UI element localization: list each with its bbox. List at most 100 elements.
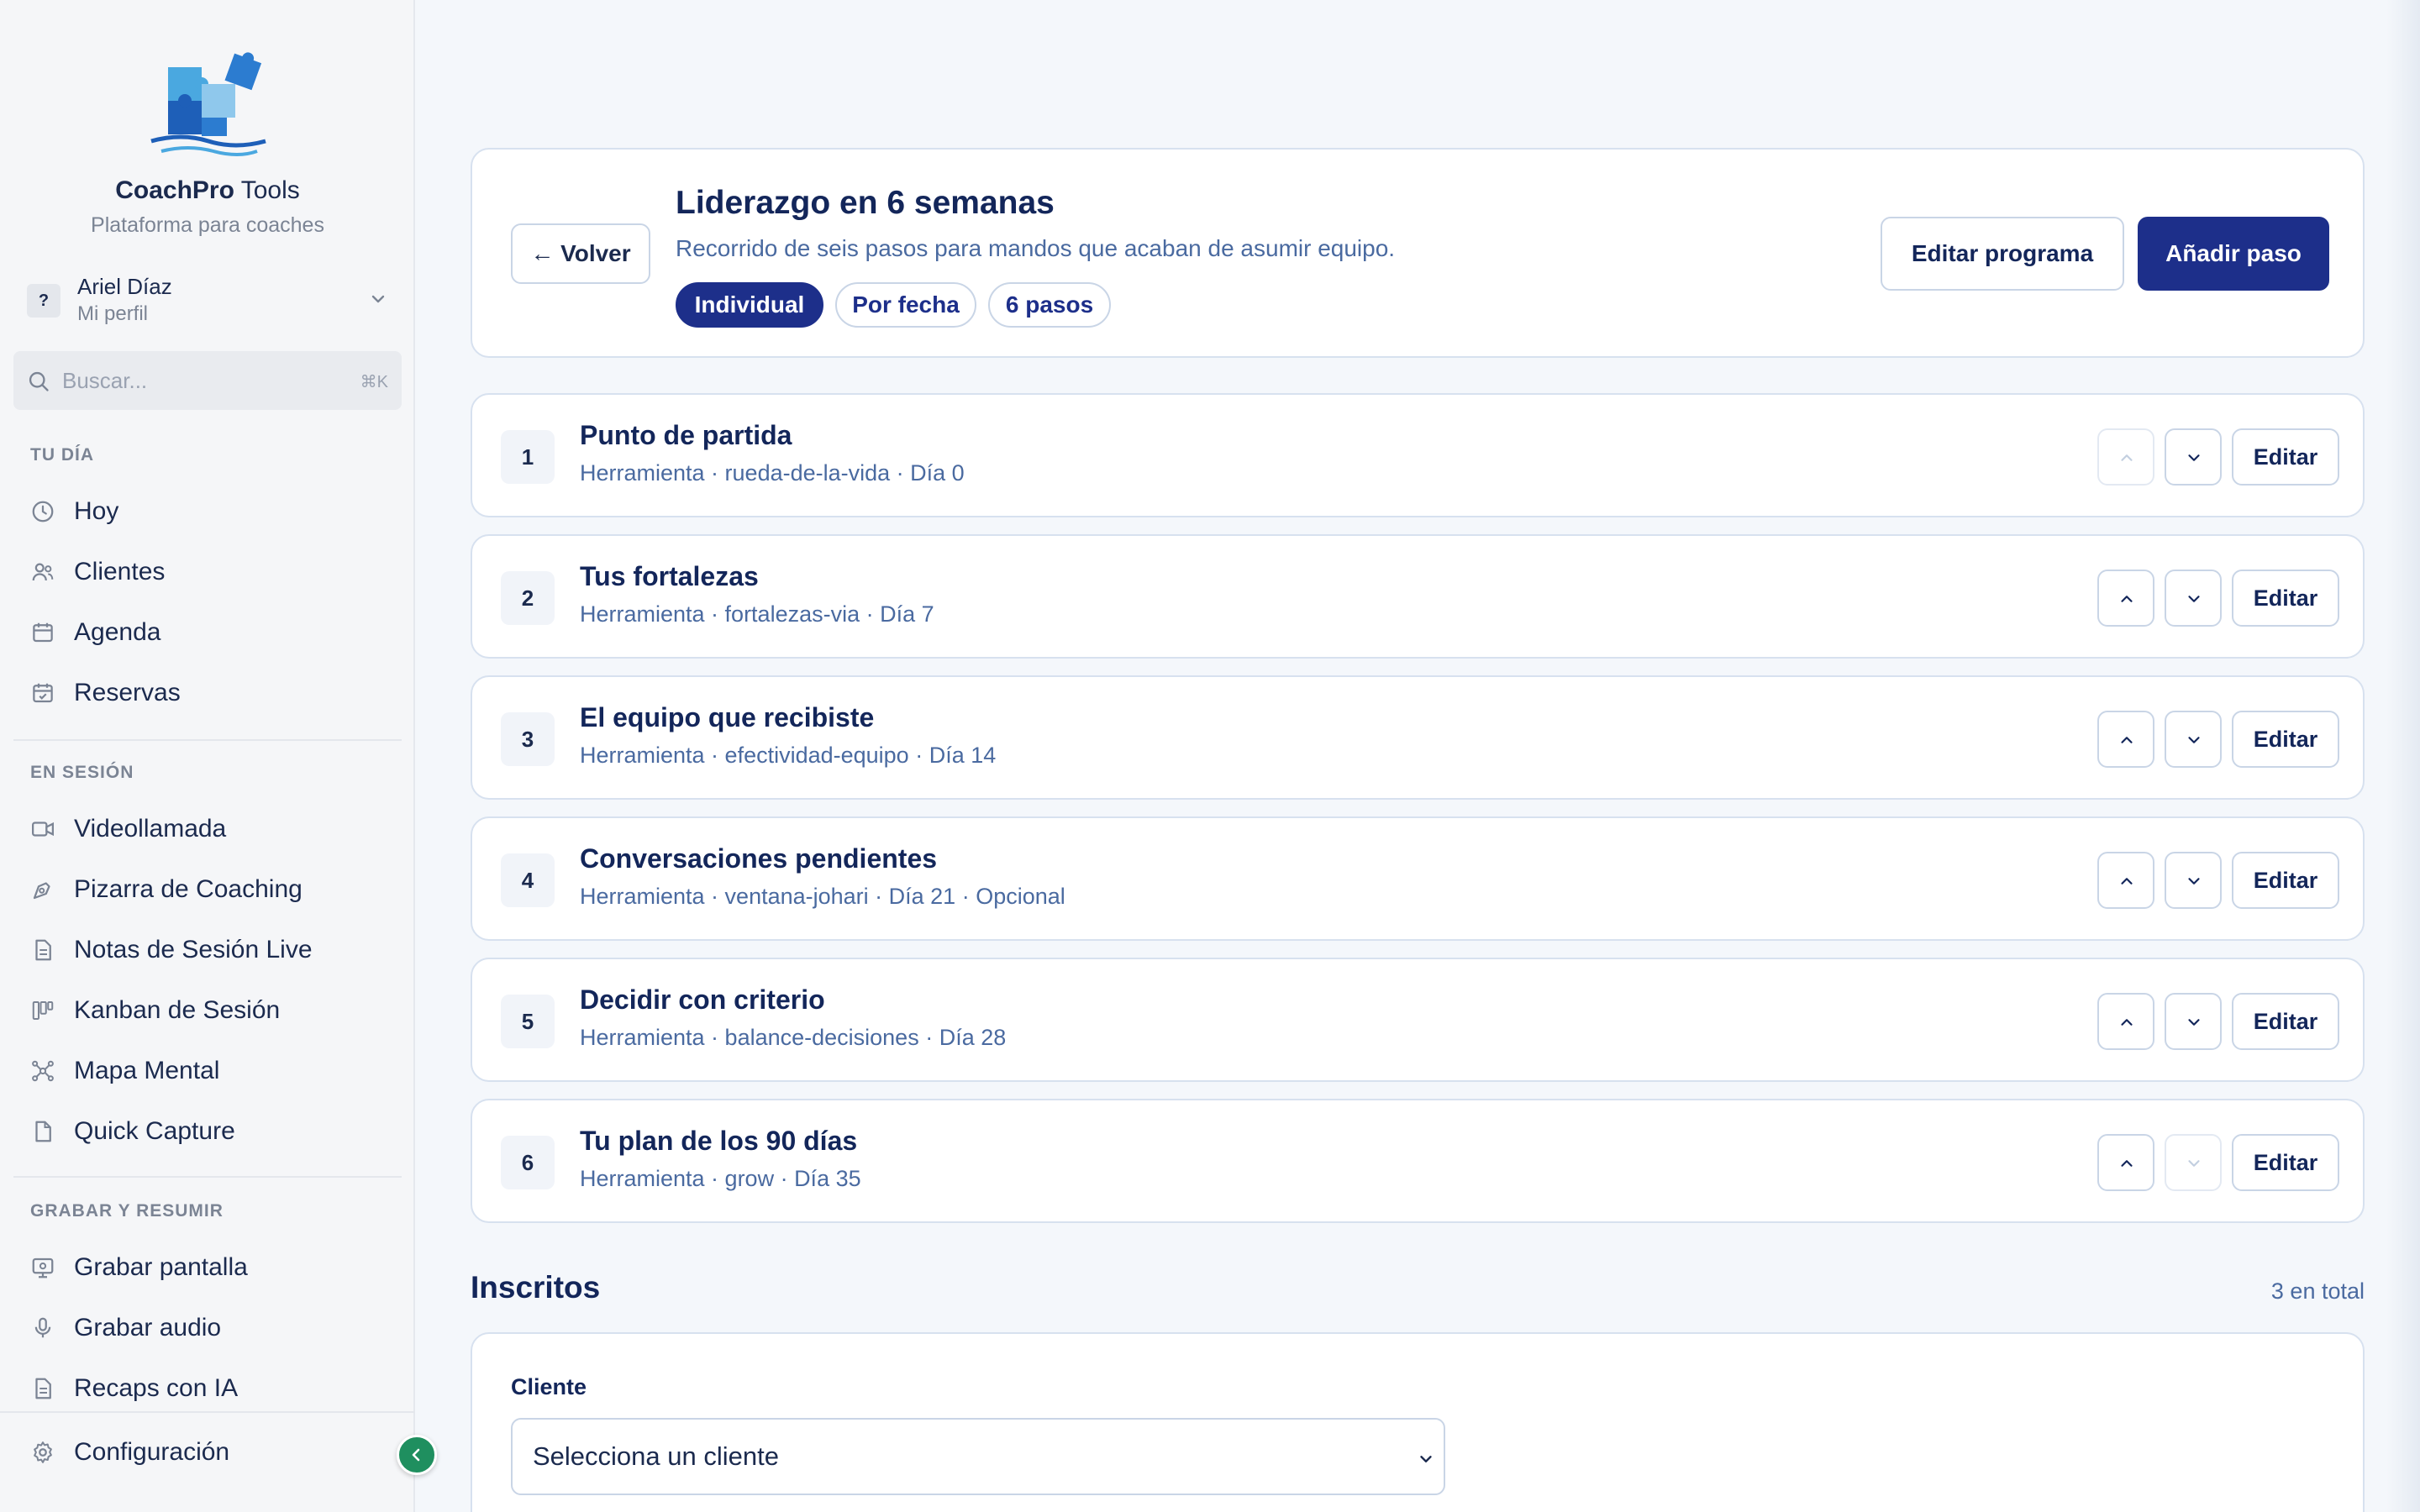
sidebar-item-agenda[interactable]: Agenda xyxy=(22,606,400,657)
edit-step-button[interactable]: Editar xyxy=(2232,852,2339,909)
sidebar-item-reservas[interactable]: Reservas xyxy=(22,667,400,717)
step-title: Tu plan de los 90 días xyxy=(580,1126,858,1156)
move-down-button[interactable] xyxy=(2165,1134,2222,1191)
step-meta: Herramienta · efectividad-equipo · Día 1… xyxy=(580,743,997,768)
chevron-down-icon xyxy=(2188,454,2200,461)
chip-pasos: 6 pasos xyxy=(988,282,1111,328)
step-number: 4 xyxy=(501,853,555,907)
sidebar-item-grabar-pantalla[interactable]: Grabar pantalla xyxy=(22,1242,400,1292)
sidebar-item-label: Pizarra de Coaching xyxy=(74,875,302,903)
sidebar-item-videollamada[interactable]: Videollamada xyxy=(22,803,400,853)
edit-step-button[interactable]: Editar xyxy=(2232,1134,2339,1191)
move-up-button[interactable] xyxy=(2097,428,2154,486)
move-down-button[interactable] xyxy=(2165,711,2222,768)
sidebar-divider xyxy=(13,1176,402,1178)
sidebar-item-label: Agenda xyxy=(74,618,161,646)
page-title: Liderazgo en 6 semanas xyxy=(676,185,1055,221)
move-down-button[interactable] xyxy=(2165,852,2222,909)
chip-individual: Individual xyxy=(676,282,823,328)
client-select[interactable]: Selecciona un cliente xyxy=(511,1418,1445,1495)
add-step-button[interactable]: Añadir paso xyxy=(2138,217,2329,291)
enroll-card: Cliente Selecciona un cliente xyxy=(471,1332,2365,1512)
sidebar-item-pizarra[interactable]: Pizarra de Coaching xyxy=(22,864,400,914)
search-input[interactable]: Buscar... ⌘K xyxy=(13,351,402,410)
profile-menu[interactable]: ? Ariel Díaz Mi perfil xyxy=(25,269,395,333)
calendar-check-icon xyxy=(33,683,53,703)
move-up-button[interactable] xyxy=(2097,570,2154,627)
edit-step-button[interactable]: Editar xyxy=(2232,570,2339,627)
calendar-icon xyxy=(33,622,53,643)
move-down-button[interactable] xyxy=(2165,428,2222,486)
sidebar-item-label: Notas de Sesión Live xyxy=(74,936,313,963)
program-description: Recorrido de seis pasos para mandos que … xyxy=(676,235,1396,261)
sidebar-item-quick-capture[interactable]: Quick Capture xyxy=(22,1105,400,1156)
sidebar-item-label: Kanban de Sesión xyxy=(74,996,281,1024)
brand-name: CoachPro Tools xyxy=(115,176,300,204)
step-number: 2 xyxy=(501,571,555,625)
edit-program-button[interactable]: Editar programa xyxy=(1881,217,2124,291)
document-icon xyxy=(35,1378,51,1399)
chevron-down-icon xyxy=(2188,596,2200,602)
edit-step-button[interactable]: Editar xyxy=(2232,711,2339,768)
sidebar-item-mapa-mental[interactable]: Mapa Mental xyxy=(22,1045,400,1095)
move-up-button[interactable] xyxy=(2097,993,2154,1050)
move-up-button[interactable] xyxy=(2097,711,2154,768)
microphone-icon xyxy=(34,1317,51,1338)
sidebar-item-notas[interactable]: Notas de Sesión Live xyxy=(22,924,400,974)
chevron-down-icon xyxy=(1420,1456,1432,1462)
step-meta: Herramienta · ventana-johari · Día 21 · … xyxy=(580,884,1065,909)
enrolled-count: 3 en total xyxy=(2270,1278,2365,1304)
sidebar-item-configuracion[interactable]: Configuración xyxy=(22,1426,400,1477)
puzzle-logo-icon xyxy=(150,52,266,156)
step-title: Tus fortalezas xyxy=(580,561,759,591)
section-title-tu-dia: TU DÍA xyxy=(30,445,94,465)
sidebar-item-kanban[interactable]: Kanban de Sesión xyxy=(22,984,400,1035)
step-meta: Herramienta · rueda-de-la-vida · Día 0 xyxy=(580,460,965,486)
sidebar-item-grabar-audio[interactable]: Grabar audio xyxy=(22,1302,400,1352)
step-title: Conversaciones pendientes xyxy=(580,843,938,874)
sidebar: CoachPro Tools Plataforma para coaches ?… xyxy=(0,0,415,1512)
sidebar-item-recaps[interactable]: Recaps con IA xyxy=(22,1362,400,1413)
users-icon xyxy=(32,563,54,581)
step-number: 6 xyxy=(501,1136,555,1189)
collapse-sidebar-button[interactable] xyxy=(397,1435,437,1475)
chevron-down-icon xyxy=(2188,1019,2200,1026)
chip-por-fecha: Por fecha xyxy=(835,282,976,328)
pen-tool-icon xyxy=(33,882,50,900)
section-title-inscritos: Inscritos xyxy=(471,1270,601,1305)
sidebar-item-label: Quick Capture xyxy=(74,1117,235,1145)
sidebar-item-label: Grabar audio xyxy=(74,1314,222,1341)
step-meta: Herramienta · balance-decisiones · Día 2… xyxy=(580,1025,1007,1050)
edit-step-button[interactable]: Editar xyxy=(2232,993,2339,1050)
step-number: 1 xyxy=(501,430,555,484)
client-select-value: Selecciona un cliente xyxy=(533,1441,779,1471)
sidebar-item-label: Configuración xyxy=(74,1438,230,1466)
search-placeholder: Buscar... xyxy=(62,368,148,393)
back-button[interactable]: ← Volver xyxy=(511,223,650,284)
step-card: 3 El equipo que recibiste Herramienta · … xyxy=(471,675,2365,800)
chevron-up-icon xyxy=(2121,878,2133,885)
chevron-up-icon xyxy=(2121,737,2133,743)
avatar: ? xyxy=(27,284,60,318)
step-title: El equipo que recibiste xyxy=(580,702,875,732)
move-down-button[interactable] xyxy=(2165,570,2222,627)
edit-step-button[interactable]: Editar xyxy=(2232,428,2339,486)
step-card: 1 Punto de partida Herramienta · rueda-d… xyxy=(471,393,2365,517)
sidebar-item-clientes[interactable]: Clientes xyxy=(22,546,400,596)
move-up-button[interactable] xyxy=(2097,852,2154,909)
chevron-down-icon xyxy=(2188,878,2200,885)
step-number: 5 xyxy=(501,995,555,1048)
search-shortcut: ⌘K xyxy=(360,373,388,391)
chevron-down-icon xyxy=(2188,737,2200,743)
chevron-up-icon xyxy=(2121,454,2133,461)
video-icon xyxy=(32,822,54,837)
gear-icon xyxy=(34,1441,52,1463)
step-card: 4 Conversaciones pendientes Herramienta … xyxy=(471,816,2365,941)
profile-subtitle: Mi perfil xyxy=(77,302,149,325)
brand-subtitle: Plataforma para coaches xyxy=(91,213,324,237)
sidebar-divider xyxy=(13,739,402,741)
move-up-button[interactable] xyxy=(2097,1134,2154,1191)
sidebar-item-hoy[interactable]: Hoy xyxy=(22,486,400,536)
move-down-button[interactable] xyxy=(2165,993,2222,1050)
step-title: Decidir con criterio xyxy=(580,984,825,1015)
